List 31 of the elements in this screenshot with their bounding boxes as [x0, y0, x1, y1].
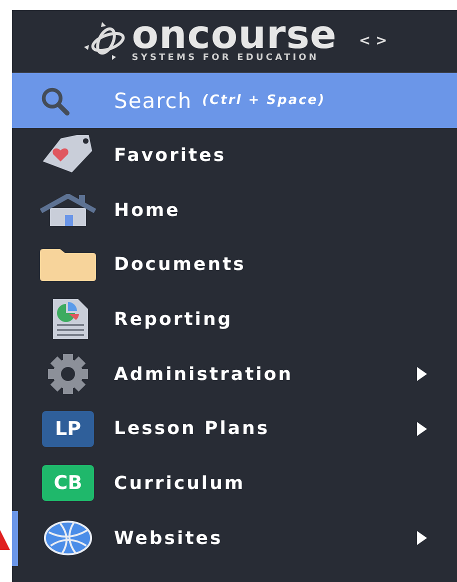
menu-item[interactable]: Reporting [12, 292, 457, 347]
annotation-arrow [0, 530, 12, 550]
menu-label: Lesson Plans [114, 418, 271, 440]
menu-label: Curriculum [114, 472, 246, 494]
house-icon [40, 194, 96, 226]
shortcut-hint: (Ctrl + Space) [202, 93, 326, 108]
menu-item[interactable]: CB Curriculum [12, 456, 457, 511]
menu-item[interactable]: Administration [12, 346, 457, 402]
menu-label: Home [114, 200, 182, 221]
badge-icon: CB [42, 465, 94, 502]
globe-icon [43, 520, 93, 556]
menu-label: Documents [114, 254, 247, 276]
search-icon [40, 86, 70, 116]
folder-icon [40, 248, 96, 281]
badge-icon: LP [42, 410, 94, 447]
submenu-arrow-icon [417, 367, 427, 382]
menu-label: Favorites [114, 144, 228, 166]
menu-item[interactable]: Favorites [12, 128, 457, 183]
menu-item[interactable]: Documents [12, 237, 457, 292]
menu-item[interactable]: LP Lesson Plans [12, 401, 457, 456]
menu-label: Websites [114, 528, 224, 549]
submenu-arrow-icon [417, 422, 427, 436]
logo-name: oncourse [132, 19, 337, 53]
menu-item[interactable]: Websites [12, 510, 457, 566]
menu-item[interactable]: Home [12, 182, 457, 238]
menu-label: Reporting [114, 308, 234, 330]
submenu-arrow-icon [417, 531, 427, 546]
logo-tagline: SYSTEMS FOR EDUCATION [132, 53, 320, 63]
collapse-toggle[interactable]: < > [358, 33, 388, 49]
search-label: Search [114, 88, 192, 112]
menu-label: Administration [114, 364, 294, 385]
